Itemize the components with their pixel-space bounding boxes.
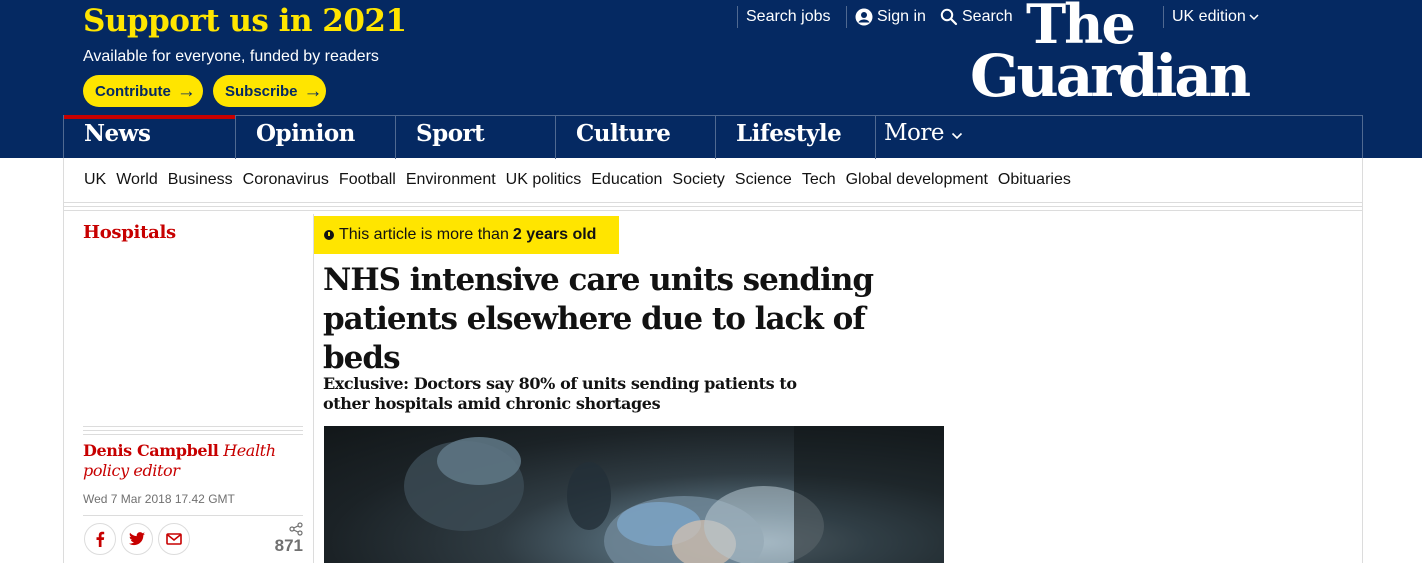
- logo-line-2: Guardian: [970, 41, 1251, 110]
- arrow-right-icon: →: [303, 80, 323, 102]
- pillar-lifestyle[interactable]: Lifestyle: [716, 116, 876, 159]
- byline-divider: [83, 426, 303, 438]
- age-value: 2 years old: [512, 226, 597, 243]
- sign-in-link[interactable]: Sign in: [846, 6, 926, 28]
- share-facebook-button[interactable]: [84, 523, 116, 555]
- section-label[interactable]: Hospitals: [83, 222, 176, 243]
- subnav-link-business[interactable]: Business: [168, 171, 233, 189]
- chevron-down-icon: [1249, 14, 1259, 21]
- article-age-badge: This article is more than 2 years old: [314, 216, 619, 254]
- subnav-link-environment[interactable]: Environment: [406, 171, 496, 189]
- subnav-link-football[interactable]: Football: [339, 171, 396, 189]
- search-jobs-label: Search jobs: [746, 8, 831, 25]
- subnav-link-uk[interactable]: UK: [84, 171, 106, 189]
- subscribe-label: Subscribe: [225, 82, 298, 100]
- subnav-link-global-development[interactable]: Global development: [846, 171, 988, 189]
- article-standfirst: Exclusive: Doctors say 80% of units send…: [323, 374, 797, 413]
- subnav-link-society[interactable]: Society: [672, 171, 724, 189]
- edition-selector[interactable]: UK edition: [1163, 6, 1259, 28]
- share-divider: [83, 515, 303, 516]
- user-icon: [855, 8, 873, 26]
- pillar-nav: News Opinion Sport Culture Lifestyle Mor…: [63, 115, 1363, 159]
- divider-rules: [63, 202, 1363, 214]
- support-title: Support us in 2021: [83, 3, 407, 39]
- hero-photo-shapes: [404, 426, 944, 563]
- subnav-link-education[interactable]: Education: [591, 171, 662, 189]
- subnav-link-coronavirus[interactable]: Coronavirus: [243, 171, 329, 189]
- more-menu-button[interactable]: More: [864, 116, 994, 159]
- arrow-right-icon: →: [176, 80, 196, 102]
- twitter-icon: [129, 532, 145, 546]
- pillar-sport[interactable]: Sport: [396, 116, 556, 159]
- masthead: Support us in 2021 Available for everyon…: [0, 0, 1422, 159]
- author-name[interactable]: Denis Campbell: [83, 441, 219, 460]
- subscribe-button[interactable]: Subscribe →: [213, 75, 326, 107]
- column-divider: [313, 214, 314, 563]
- age-prefix: This article is more than: [339, 226, 509, 243]
- contribute-button[interactable]: Contribute →: [83, 75, 203, 107]
- chevron-down-icon: [951, 132, 962, 140]
- contribute-label: Contribute: [95, 82, 171, 100]
- share-count: 871: [274, 536, 303, 555]
- byline: Denis Campbell Health policy editor: [83, 441, 303, 481]
- share-email-button[interactable]: [158, 523, 190, 555]
- pillar-opinion[interactable]: Opinion: [236, 116, 396, 159]
- share-icon: [289, 522, 303, 536]
- article-headline: NHS intensive care units sending patient…: [323, 262, 874, 376]
- clock-icon: [324, 230, 334, 240]
- search-icon: [940, 8, 958, 26]
- subnav-link-world[interactable]: World: [116, 171, 158, 189]
- search-jobs-link[interactable]: Search jobs: [737, 6, 831, 28]
- sub-nav: UK World Business Coronavirus Football E…: [63, 158, 1363, 202]
- support-subtitle: Available for everyone, funded by reader…: [83, 48, 379, 65]
- pillar-news[interactable]: News: [64, 115, 236, 159]
- article-hero-image[interactable]: [324, 426, 944, 563]
- subnav-link-uk-politics[interactable]: UK politics: [506, 171, 582, 189]
- subnav-link-obituaries[interactable]: Obituaries: [998, 171, 1071, 189]
- subnav-link-science[interactable]: Science: [735, 171, 792, 189]
- share-twitter-button[interactable]: [121, 523, 153, 555]
- facebook-icon: [96, 531, 105, 547]
- subnav-link-tech[interactable]: Tech: [802, 171, 836, 189]
- pillar-culture[interactable]: Culture: [556, 116, 716, 159]
- email-icon: [166, 533, 182, 545]
- more-label: More: [884, 120, 945, 146]
- publish-date: Wed 7 Mar 2018 17.42 GMT: [83, 492, 235, 506]
- edition-label: UK edition: [1172, 8, 1246, 25]
- sign-in-label: Sign in: [877, 8, 926, 25]
